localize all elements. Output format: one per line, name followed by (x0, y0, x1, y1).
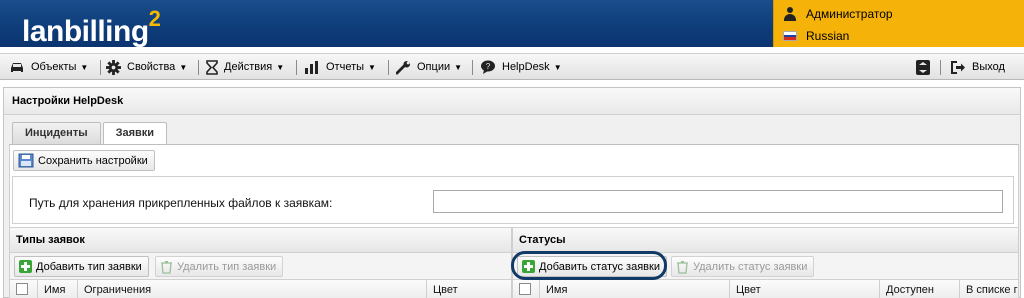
recycle-icon (161, 260, 172, 274)
column-header-name[interactable]: Имя (540, 280, 730, 298)
russian-flag-icon (783, 31, 797, 41)
select-all-checkbox[interactable] (10, 280, 38, 298)
main-menu: Объекты ▼ Свойства ▼ Действия ▼ Отчеты ▼ Опц… (0, 53, 1024, 80)
chevron-down-icon: ▼ (80, 62, 89, 72)
info-box-icon (916, 59, 930, 75)
logout-icon (951, 60, 965, 74)
delete-request-type-label: Удалить тип заявки (177, 260, 277, 273)
column-header-color[interactable]: Цвет (730, 280, 880, 298)
car-icon (11, 63, 23, 72)
add-request-type-label: Добавить тип заявки (36, 260, 142, 273)
save-icon (18, 153, 34, 168)
statuses-title: Статусы (513, 228, 1018, 253)
chevron-down-icon: ▼ (553, 62, 562, 72)
request-types-panel: Типы заявок Добавить тип заявки Удалить … (9, 227, 512, 298)
tab-requests[interactable]: Заявки (102, 122, 168, 145)
tab-bar: Инциденты Заявки (12, 122, 169, 145)
delete-status-button[interactable]: Удалить статус заявки (671, 256, 815, 277)
menu-helpdesk[interactable]: ? HelpDesk ▼ (480, 54, 562, 80)
attachments-path-fieldset: Путь для хранения прикрепленных файлов к… (12, 176, 1014, 224)
tab-incidents[interactable]: Инциденты (12, 122, 101, 144)
hourglass-icon (206, 59, 218, 75)
column-header-name[interactable]: Имя (38, 280, 78, 298)
add-request-type-button[interactable]: Добавить тип заявки (14, 256, 149, 277)
request-types-toolbar: Добавить тип заявки Удалить тип заявки (10, 253, 511, 280)
menu-reports-label: Отчеты (326, 61, 365, 73)
info-button[interactable] (916, 54, 936, 80)
statuses-grid-header: Имя Цвет Доступен В списке г (513, 280, 1018, 298)
delete-status-label: Удалить статус заявки (693, 260, 808, 273)
logo-version: 2 (148, 6, 161, 31)
logout-label: Выход (972, 61, 1005, 73)
svg-text:?: ? (486, 62, 491, 71)
attachments-path-label: Путь для хранения прикрепленных файлов к… (29, 196, 333, 210)
menu-actions[interactable]: Действия ▼ (206, 54, 284, 80)
request-types-title: Типы заявок (10, 228, 511, 253)
page-title: Настройки HelpDesk (4, 88, 1020, 115)
language-label: Russian (806, 29, 850, 43)
language-selector[interactable]: Russian (783, 26, 849, 46)
save-settings-button[interactable]: Сохранить настройки (13, 150, 155, 171)
wrench-icon (396, 60, 411, 75)
user-account[interactable]: Администратор (783, 4, 893, 24)
app-header: lanbilling2 Администратор Russian (0, 0, 1024, 49)
menu-options-label: Опции (417, 61, 451, 73)
logout-button[interactable]: Выход (950, 54, 1005, 80)
menu-objects[interactable]: Объекты ▼ (9, 54, 88, 80)
column-header-available[interactable]: Доступен (880, 280, 960, 298)
gear-icon (106, 59, 121, 75)
menu-actions-label: Действия (224, 61, 273, 73)
chevron-down-icon: ▼ (454, 62, 463, 72)
select-all-checkbox[interactable] (513, 280, 540, 298)
highlight-ring (511, 251, 667, 280)
column-header-color[interactable]: Цвет (427, 280, 513, 298)
plus-icon (19, 260, 32, 273)
request-types-grid-header: Имя Ограничения Цвет (10, 280, 511, 298)
menu-helpdesk-label: HelpDesk (502, 61, 550, 73)
delete-request-type-button[interactable]: Удалить тип заявки (155, 256, 284, 277)
person-icon (783, 7, 797, 21)
save-settings-label: Сохранить настройки (38, 154, 148, 167)
user-name: Администратор (806, 7, 893, 21)
speech-bubble-icon: ? (481, 60, 495, 74)
bar-chart-icon (305, 61, 318, 74)
chevron-down-icon: ▼ (276, 62, 285, 72)
menu-properties-label: Свойства (127, 61, 176, 73)
chevron-down-icon: ▼ (368, 62, 376, 72)
column-header-restrictions[interactable]: Ограничения (78, 280, 427, 298)
recycle-icon (677, 260, 688, 274)
attachments-path-input[interactable] (433, 190, 1003, 213)
logo-text: lanbilling (22, 15, 149, 48)
menu-reports[interactable]: Отчеты ▼ (304, 54, 376, 80)
chevron-down-icon: ▼ (179, 62, 188, 72)
menu-objects-label: Объекты (31, 61, 77, 73)
user-box: Администратор Russian (773, 0, 1024, 47)
menu-properties[interactable]: Свойства ▼ (106, 54, 187, 80)
menu-options[interactable]: Опции ▼ (396, 54, 462, 80)
column-header-in-list[interactable]: В списке г (960, 280, 1020, 298)
app-logo: lanbilling2 (22, 6, 161, 49)
